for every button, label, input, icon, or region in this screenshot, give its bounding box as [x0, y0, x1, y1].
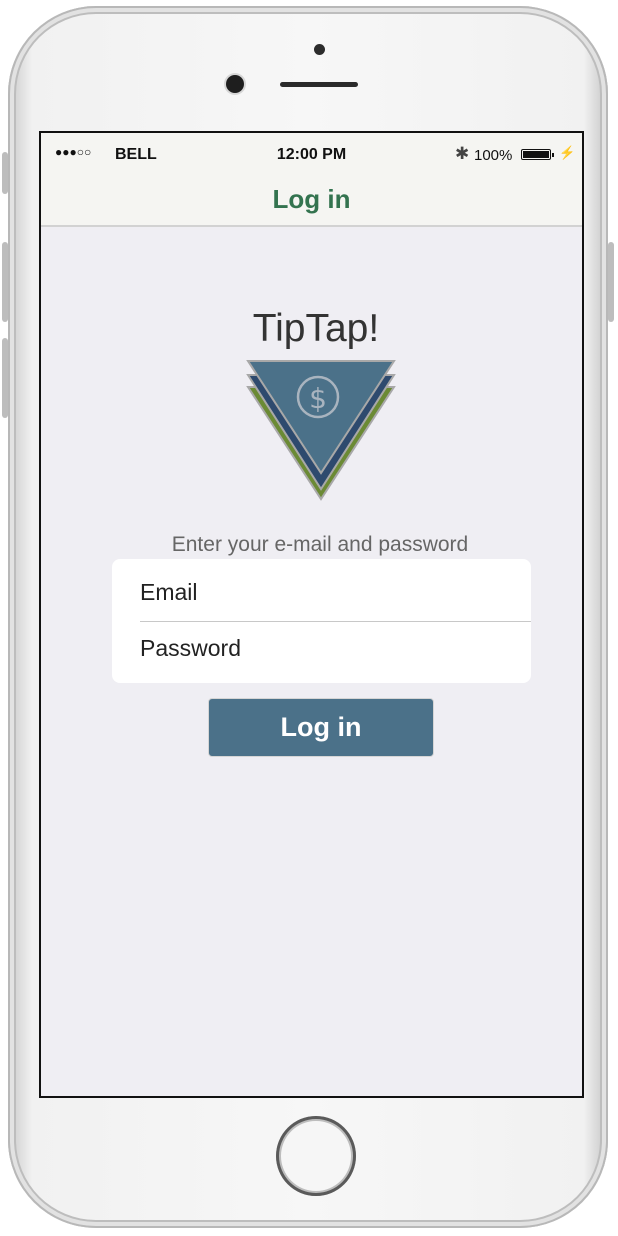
navigation-bar: Log in [41, 175, 582, 227]
bluetooth-icon: ✱ [455, 144, 470, 163]
login-instructions: Enter your e-mail and password [171, 533, 469, 556]
page-title: Log in [272, 184, 351, 214]
front-camera [226, 75, 244, 93]
charging-icon: ⚡ [559, 145, 576, 160]
app-name: TipTap! [252, 307, 380, 350]
phone-screen: ●●●○○ BELL 12:00 PM ✱ 100% ⚡ Log in TipT… [39, 131, 584, 1098]
mute-switch [2, 152, 8, 194]
volume-up-button [2, 242, 8, 322]
email-field[interactable] [112, 562, 531, 622]
volume-down-button [2, 338, 8, 418]
dollar-triangle-logo: $ [246, 360, 396, 501]
battery-percent: 100% [474, 147, 513, 164]
login-button[interactable]: Log in [208, 698, 434, 757]
proximity-sensor [314, 44, 325, 55]
login-form [112, 559, 531, 683]
status-bar: ●●●○○ BELL 12:00 PM ✱ 100% ⚡ [41, 133, 582, 175]
svg-text:$: $ [309, 382, 327, 415]
home-button[interactable] [276, 1116, 356, 1196]
earpiece-speaker [280, 82, 358, 87]
battery-icon [521, 149, 554, 160]
power-button [608, 242, 614, 322]
password-field[interactable] [112, 618, 531, 678]
